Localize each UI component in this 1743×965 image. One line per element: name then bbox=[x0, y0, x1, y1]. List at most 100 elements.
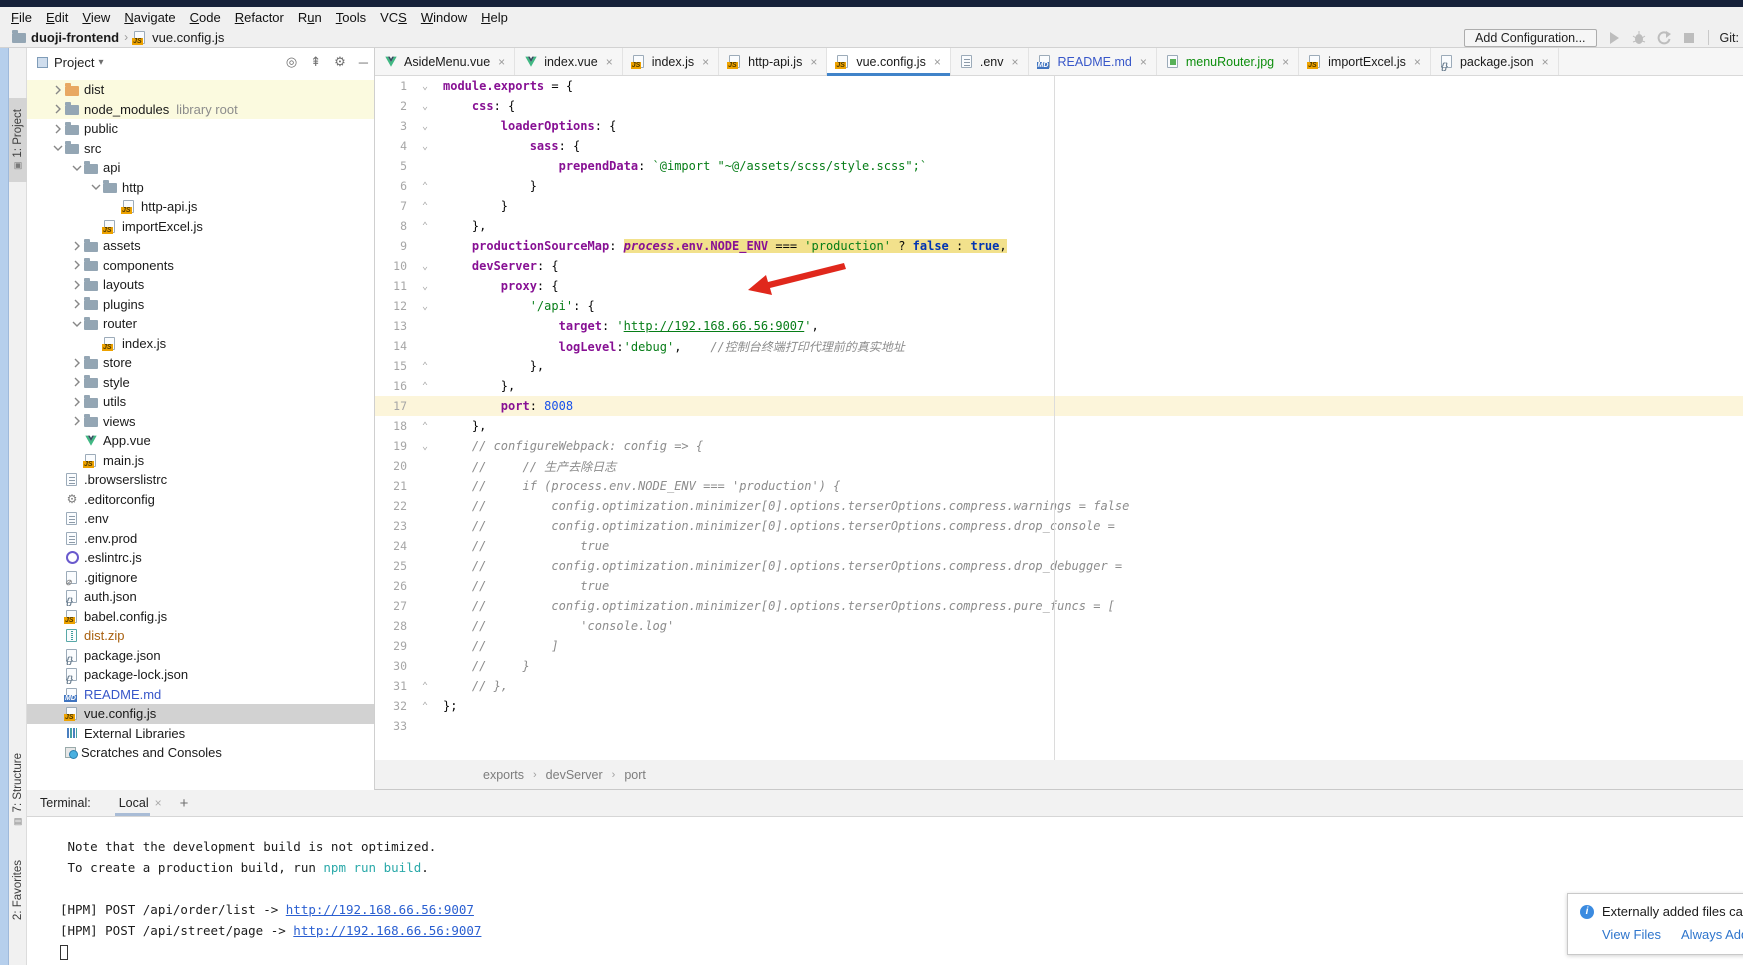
code-line-22[interactable]: 22 // config.optimization.minimizer[0].o… bbox=[375, 496, 1743, 516]
editor-tab-index-js[interactable]: JSindex.js× bbox=[623, 48, 719, 75]
chevron-collapsed-icon[interactable] bbox=[69, 416, 84, 426]
chevron-expanded-icon[interactable] bbox=[50, 143, 65, 153]
menu-item-window[interactable]: Window bbox=[414, 8, 474, 27]
close-icon[interactable]: × bbox=[606, 55, 613, 69]
tree-item-package-json[interactable]: {}package.json bbox=[27, 646, 375, 666]
git-widget[interactable]: Git: bbox=[1720, 31, 1739, 45]
fold-marker-icon[interactable]: ⌄ bbox=[407, 281, 443, 292]
chevron-collapsed-icon[interactable] bbox=[50, 104, 65, 114]
crumb-exports[interactable]: exports bbox=[483, 768, 524, 782]
chevron-collapsed-icon[interactable] bbox=[69, 358, 84, 368]
fold-marker-icon[interactable]: ⌄ bbox=[407, 101, 443, 112]
toolwindow-tab-structure[interactable]: 7: Structure ▤ bbox=[9, 751, 27, 829]
fold-marker-icon[interactable]: ⌃ bbox=[407, 421, 443, 432]
tree-item-api[interactable]: api bbox=[27, 158, 375, 178]
menu-item-navigate[interactable]: Navigate bbox=[117, 8, 182, 27]
tree-item-env-prod[interactable]: .env.prod bbox=[27, 529, 375, 549]
line-number[interactable]: 29 bbox=[375, 639, 407, 653]
code-line-12[interactable]: 12⌄ '/api': { bbox=[375, 296, 1743, 316]
line-number[interactable]: 20 bbox=[375, 459, 407, 473]
fold-marker-icon[interactable]: ⌄ bbox=[407, 121, 443, 132]
debug-icon[interactable] bbox=[1631, 30, 1647, 46]
coverage-icon[interactable] bbox=[1656, 30, 1672, 46]
menu-item-vcs[interactable]: VCS bbox=[373, 8, 414, 27]
close-icon[interactable]: × bbox=[1282, 55, 1289, 69]
editor-tab-vue-config-js[interactable]: JSvue.config.js× bbox=[827, 48, 951, 75]
tree-item-layouts[interactable]: layouts bbox=[27, 275, 375, 295]
code-line-16[interactable]: 16⌃ }, bbox=[375, 376, 1743, 396]
close-icon[interactable]: × bbox=[1414, 55, 1421, 69]
tree-item-views[interactable]: views bbox=[27, 412, 375, 432]
line-number[interactable]: 6 bbox=[375, 179, 407, 193]
line-number[interactable]: 31 bbox=[375, 679, 407, 693]
breadcrumb-file[interactable]: vue.config.js bbox=[152, 30, 224, 45]
code-line-4[interactable]: 4⌄ sass: { bbox=[375, 136, 1743, 156]
line-number[interactable]: 22 bbox=[375, 499, 407, 513]
menu-item-code[interactable]: Code bbox=[183, 8, 228, 27]
menu-item-help[interactable]: Help bbox=[474, 8, 515, 27]
line-number[interactable]: 33 bbox=[375, 719, 407, 733]
terminal-link[interactable]: http://192.168.66.56:9007 bbox=[286, 902, 474, 917]
editor-tab-importexcel-js[interactable]: JSimportExcel.js× bbox=[1299, 48, 1431, 75]
crumb-devserver[interactable]: devServer bbox=[546, 768, 603, 782]
project-view-title[interactable]: Project bbox=[54, 55, 94, 70]
tree-item-router[interactable]: router bbox=[27, 314, 375, 334]
chevron-collapsed-icon[interactable] bbox=[69, 397, 84, 407]
code-line-1[interactable]: 1⌄module.exports = { bbox=[375, 76, 1743, 96]
editor-tab-env[interactable]: .env× bbox=[951, 48, 1029, 75]
fold-marker-icon[interactable]: ⌃ bbox=[407, 181, 443, 192]
chevron-collapsed-icon[interactable] bbox=[50, 124, 65, 134]
breadcrumb-project[interactable]: duoji-frontend bbox=[31, 30, 119, 45]
locate-file-icon[interactable]: ◎ bbox=[286, 54, 297, 70]
chevron-collapsed-icon[interactable] bbox=[69, 280, 84, 290]
toolwindow-tab-favorites[interactable]: 2: Favorites bbox=[9, 846, 27, 934]
close-icon[interactable]: × bbox=[498, 55, 505, 69]
tree-item-gitignore[interactable]: ⊘.gitignore bbox=[27, 568, 375, 588]
editor-tab-readme-md[interactable]: MDREADME.md× bbox=[1029, 48, 1157, 75]
line-number[interactable]: 1 bbox=[375, 79, 407, 93]
menu-item-file[interactable]: File bbox=[4, 8, 39, 27]
tree-item-app-vue[interactable]: App.vue bbox=[27, 431, 375, 451]
tree-item-plugins[interactable]: plugins bbox=[27, 295, 375, 315]
close-icon[interactable]: × bbox=[810, 55, 817, 69]
line-number[interactable]: 26 bbox=[375, 579, 407, 593]
tree-item-external-libraries[interactable]: External Libraries bbox=[27, 724, 375, 744]
tree-item-index-js[interactable]: JSindex.js bbox=[27, 334, 375, 354]
always-add-link[interactable]: Always Add bbox=[1681, 927, 1743, 942]
chevron-collapsed-icon[interactable] bbox=[50, 85, 65, 95]
tree-item-src[interactable]: src bbox=[27, 139, 375, 159]
tree-item-http-api-js[interactable]: JShttp-api.js bbox=[27, 197, 375, 217]
fold-marker-icon[interactable]: ⌃ bbox=[407, 221, 443, 232]
chevron-expanded-icon[interactable] bbox=[88, 182, 103, 192]
code-line-18[interactable]: 18⌃ }, bbox=[375, 416, 1743, 436]
code-line-13[interactable]: 13 target: 'http://192.168.66.56:9007', bbox=[375, 316, 1743, 336]
line-number[interactable]: 18 bbox=[375, 419, 407, 433]
toolwindow-tab-project[interactable]: 1: Project ▣ bbox=[9, 98, 27, 182]
line-number[interactable]: 16 bbox=[375, 379, 407, 393]
tree-item-babel-config-js[interactable]: JSbabel.config.js bbox=[27, 607, 375, 627]
tree-item-assets[interactable]: assets bbox=[27, 236, 375, 256]
chevron-collapsed-icon[interactable] bbox=[69, 299, 84, 309]
fold-marker-icon[interactable]: ⌃ bbox=[407, 381, 443, 392]
code-line-29[interactable]: 29 // ] bbox=[375, 636, 1743, 656]
fold-marker-icon[interactable]: ⌃ bbox=[407, 681, 443, 692]
menu-item-tools[interactable]: Tools bbox=[329, 8, 373, 27]
tree-item-scratches-and-consoles[interactable]: Scratches and Consoles bbox=[27, 743, 375, 763]
line-number[interactable]: 30 bbox=[375, 659, 407, 673]
code-line-27[interactable]: 27 // config.optimization.minimizer[0].o… bbox=[375, 596, 1743, 616]
editor-tab-asidemenu-vue[interactable]: AsideMenu.vue× bbox=[375, 48, 515, 75]
line-number[interactable]: 5 bbox=[375, 159, 407, 173]
code-line-3[interactable]: 3⌄ loaderOptions: { bbox=[375, 116, 1743, 136]
view-files-link[interactable]: View Files bbox=[1602, 927, 1661, 942]
crumb-port[interactable]: port bbox=[624, 768, 646, 782]
code-line-31[interactable]: 31⌃ // }, bbox=[375, 676, 1743, 696]
tree-item-env[interactable]: .env bbox=[27, 509, 375, 529]
fold-marker-icon[interactable]: ⌄ bbox=[407, 81, 443, 92]
code-line-2[interactable]: 2⌄ css: { bbox=[375, 96, 1743, 116]
fold-marker-icon[interactable]: ⌄ bbox=[407, 441, 443, 452]
new-terminal-icon[interactable]: + bbox=[180, 795, 189, 812]
chevron-collapsed-icon[interactable] bbox=[69, 260, 84, 270]
tree-item-style[interactable]: style bbox=[27, 373, 375, 393]
editor-tab-http-api-js[interactable]: JShttp-api.js× bbox=[719, 48, 827, 75]
line-number[interactable]: 4 bbox=[375, 139, 407, 153]
